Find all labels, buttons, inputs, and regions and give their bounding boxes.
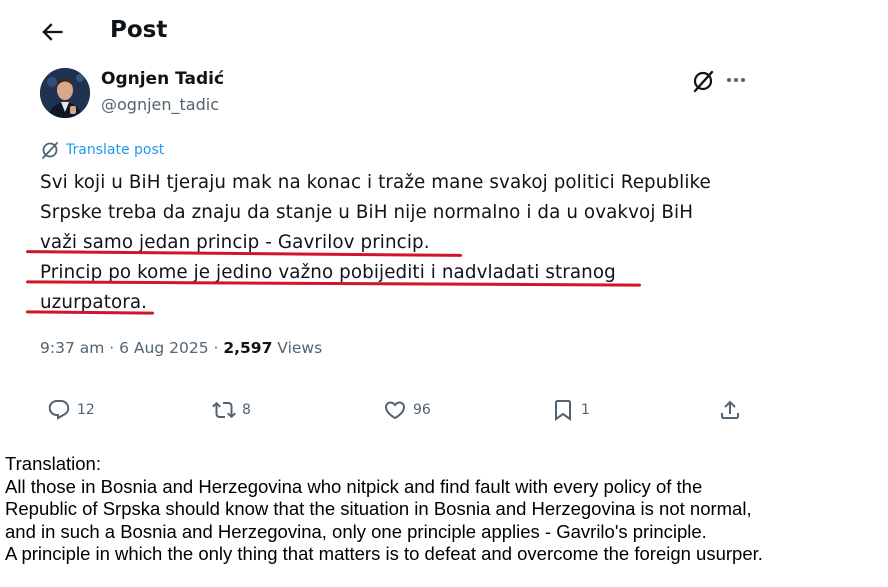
back-arrow-icon[interactable] — [38, 18, 66, 46]
translation-line: A principle in which the only thing that… — [5, 543, 763, 564]
translate-label: Translate post — [66, 142, 165, 158]
repost-button[interactable]: 8 — [212, 398, 251, 422]
bookmark-count: 1 — [581, 402, 590, 418]
translation-line: Republic of Srpska should know that the … — [5, 498, 752, 519]
page-title: Post — [110, 17, 168, 43]
author-handle[interactable]: @ognjen_tadic — [101, 95, 219, 114]
more-icon[interactable] — [724, 70, 748, 90]
avatar[interactable] — [40, 68, 90, 118]
tweet-line: Srpske treba da znaju da stanje u BiH ni… — [40, 202, 694, 223]
post-time[interactable]: 9:37 am — [40, 339, 104, 357]
translation-line: and in such a Bosnia and Herzegovina, on… — [5, 520, 707, 542]
post-meta: 9:37 am · 6 Aug 2025 · 2,597 Views — [40, 339, 322, 357]
meta-separator: · — [208, 339, 224, 357]
share-button[interactable] — [718, 398, 742, 422]
tweet-text: Svi koji u BiH tjeraju mak na konac i tr… — [40, 168, 760, 318]
tweet-line: Svi koji u BiH tjeraju mak na konac i tr… — [40, 172, 711, 193]
like-button[interactable]: 96 — [383, 398, 431, 422]
bookmark-icon — [555, 400, 571, 421]
reply-count: 12 — [77, 402, 95, 418]
translate-icon — [42, 142, 58, 159]
repost-icon — [212, 401, 236, 419]
meta-separator: · — [104, 339, 120, 357]
translation-heading: Translation: — [5, 453, 101, 474]
translation-line: All those in Bosnia and Herzegovina who … — [5, 475, 703, 497]
post-card: Post Ognjen Tadić @ognjen_tadic Translat… — [0, 0, 770, 448]
reply-button[interactable]: 12 — [47, 398, 95, 422]
views-label: Views — [272, 339, 323, 357]
like-count: 96 — [413, 402, 431, 418]
bookmark-button[interactable]: 1 — [551, 398, 590, 422]
repost-count: 8 — [242, 402, 251, 418]
reply-icon — [48, 400, 70, 420]
translate-post-link[interactable]: Translate post — [40, 140, 164, 160]
share-icon — [721, 400, 739, 419]
author-name[interactable]: Ognjen Tadić — [101, 69, 224, 89]
like-icon — [384, 401, 406, 420]
post-date[interactable]: 6 Aug 2025 — [119, 339, 208, 357]
grok-icon[interactable] — [690, 68, 716, 94]
translation-block: Translation: All those in Bosnia and Her… — [5, 453, 885, 566]
views-count: 2,597 — [223, 339, 273, 357]
